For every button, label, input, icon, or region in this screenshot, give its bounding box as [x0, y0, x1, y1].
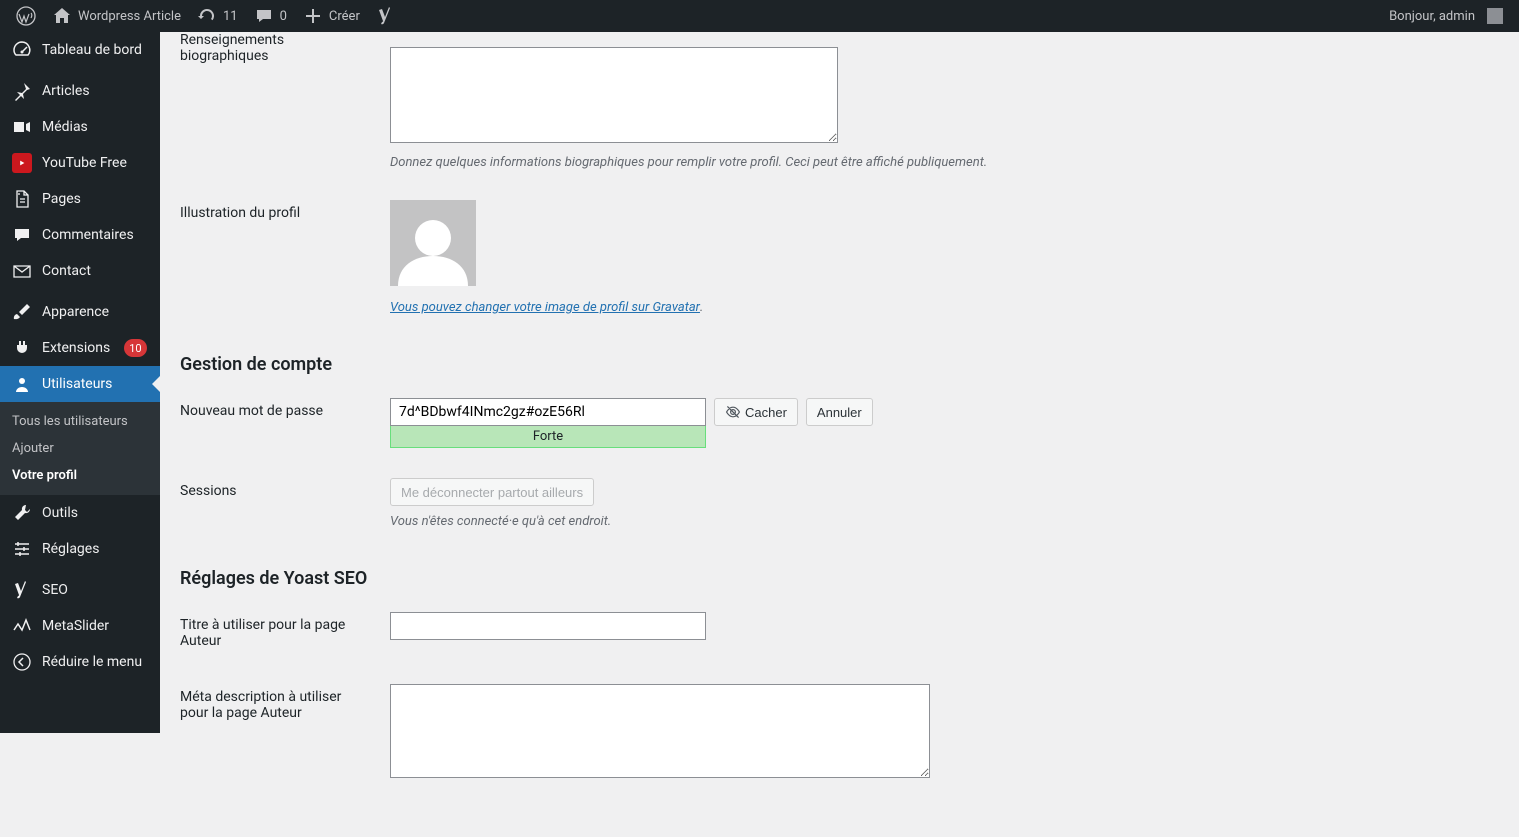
- users-label: Utilisateurs: [42, 376, 112, 392]
- plugins-label: Extensions: [42, 340, 110, 356]
- password-input[interactable]: [390, 398, 706, 426]
- sessions-label: Sessions: [180, 463, 380, 544]
- pages-icon: [12, 189, 32, 209]
- comments[interactable]: 0: [246, 0, 295, 32]
- gravatar-link[interactable]: Vous pouvez changer votre image de profi…: [390, 300, 700, 315]
- gravatar-link-text: Vous pouvez changer votre image de profi…: [390, 300, 700, 315]
- sidebar-item-plugins[interactable]: Extensions 10: [0, 330, 160, 366]
- bio-textarea[interactable]: [390, 47, 838, 143]
- plugin-icon: [12, 338, 32, 358]
- bio-label: Renseignements biographiques: [180, 32, 380, 185]
- sidebar-item-youtube[interactable]: YouTube Free: [0, 145, 160, 181]
- sidebar-item-media[interactable]: Médias: [0, 109, 160, 145]
- collapse-menu[interactable]: Réduire le menu: [0, 644, 160, 680]
- sidebar-item-comments[interactable]: Commentaires: [0, 217, 160, 253]
- youtube-label: YouTube Free: [42, 155, 127, 171]
- pin-icon: [12, 81, 32, 101]
- account-heading: Gestion de compte: [180, 354, 1499, 375]
- yoast-heading: Réglages de Yoast SEO: [180, 568, 1499, 589]
- sliders-icon: [12, 539, 32, 559]
- settings-label: Réglages: [42, 541, 99, 557]
- user-icon: [12, 374, 32, 394]
- sidebar-item-pages[interactable]: Pages: [0, 181, 160, 217]
- collapse-label: Réduire le menu: [42, 654, 142, 670]
- yoast-menu-icon: [12, 580, 32, 600]
- sidebar-item-dashboard[interactable]: Tableau de bord: [0, 32, 160, 68]
- sidebar-item-tools[interactable]: Outils: [0, 495, 160, 531]
- avatar-label: Illustration du profil: [180, 185, 380, 330]
- posts-label: Articles: [42, 83, 90, 99]
- sessions-description: Vous n'êtes connecté·e qu'à cet endroit.: [390, 514, 1489, 529]
- site-name[interactable]: Wordpress Article: [44, 0, 189, 32]
- comments-label: Commentaires: [42, 227, 134, 243]
- update-icon: [197, 6, 217, 26]
- sub-add-user[interactable]: Ajouter: [0, 435, 160, 462]
- author-meta-label: Méta description à utiliser pour la page…: [180, 669, 380, 797]
- hide-btn-label: Cacher: [745, 405, 787, 420]
- appearance-label: Apparence: [42, 304, 109, 320]
- password-strength: Forte: [390, 425, 706, 448]
- sidebar-item-users[interactable]: Utilisateurs: [0, 366, 160, 402]
- avatar-placeholder: [390, 200, 476, 286]
- collapse-icon: [12, 652, 32, 672]
- updates-count: 11: [223, 9, 238, 24]
- site-name-label: Wordpress Article: [78, 9, 181, 24]
- home-icon: [52, 6, 72, 26]
- author-meta-textarea[interactable]: [390, 684, 930, 778]
- greeting-label: Bonjour, admin: [1389, 9, 1475, 24]
- new-pw-label: Nouveau mot de passe: [180, 383, 380, 463]
- author-title-label: Titre à utiliser pour la page Auteur: [180, 597, 380, 669]
- yoast-icon: [376, 6, 396, 26]
- metaslider-icon: [12, 616, 32, 636]
- sidebar-item-contact[interactable]: Contact: [0, 253, 160, 289]
- wp-logo[interactable]: [8, 0, 44, 32]
- contact-label: Contact: [42, 263, 91, 279]
- wrench-icon: [12, 503, 32, 523]
- hide-password-button[interactable]: Cacher: [714, 398, 798, 426]
- bio-description: Donnez quelques informations biographiqu…: [390, 155, 1489, 170]
- cancel-password-button[interactable]: Annuler: [806, 398, 873, 426]
- dashboard-icon: [12, 40, 32, 60]
- comments-icon: [12, 225, 32, 245]
- sidebar-item-seo[interactable]: SEO: [0, 572, 160, 608]
- seo-label: SEO: [42, 582, 68, 598]
- logout-everywhere-button[interactable]: Me déconnecter partout ailleurs: [390, 478, 594, 506]
- plus-icon: [303, 6, 323, 26]
- users-submenu: Tous les utilisateurs Ajouter Votre prof…: [0, 402, 160, 495]
- avatar-icon: [1487, 8, 1503, 24]
- sidebar-item-settings[interactable]: Réglages: [0, 531, 160, 567]
- pages-label: Pages: [42, 191, 81, 207]
- updates[interactable]: 11: [189, 0, 246, 32]
- sidebar-item-posts[interactable]: Articles: [0, 73, 160, 109]
- dashboard-label: Tableau de bord: [42, 42, 142, 58]
- media-icon: [12, 117, 32, 137]
- wordpress-icon: [16, 6, 36, 26]
- brush-icon: [12, 302, 32, 322]
- author-title-input[interactable]: [390, 612, 706, 640]
- comments-count: 0: [280, 9, 287, 24]
- mail-icon: [12, 261, 32, 281]
- plugins-badge: 10: [124, 339, 146, 357]
- youtube-icon: [12, 153, 32, 173]
- sidebar-item-metaslider[interactable]: MetaSlider: [0, 608, 160, 644]
- yoast[interactable]: [368, 0, 404, 32]
- new-content-label: Créer: [329, 9, 360, 24]
- tools-label: Outils: [42, 505, 78, 521]
- metaslider-label: MetaSlider: [42, 618, 109, 634]
- comment-icon: [254, 6, 274, 26]
- media-label: Médias: [42, 119, 88, 135]
- sub-profile[interactable]: Votre profil: [0, 462, 160, 489]
- new-content[interactable]: Créer: [295, 0, 368, 32]
- eye-slash-icon: [725, 404, 741, 420]
- my-account[interactable]: Bonjour, admin: [1381, 0, 1511, 32]
- sidebar-item-appearance[interactable]: Apparence: [0, 294, 160, 330]
- sub-all-users[interactable]: Tous les utilisateurs: [0, 408, 160, 435]
